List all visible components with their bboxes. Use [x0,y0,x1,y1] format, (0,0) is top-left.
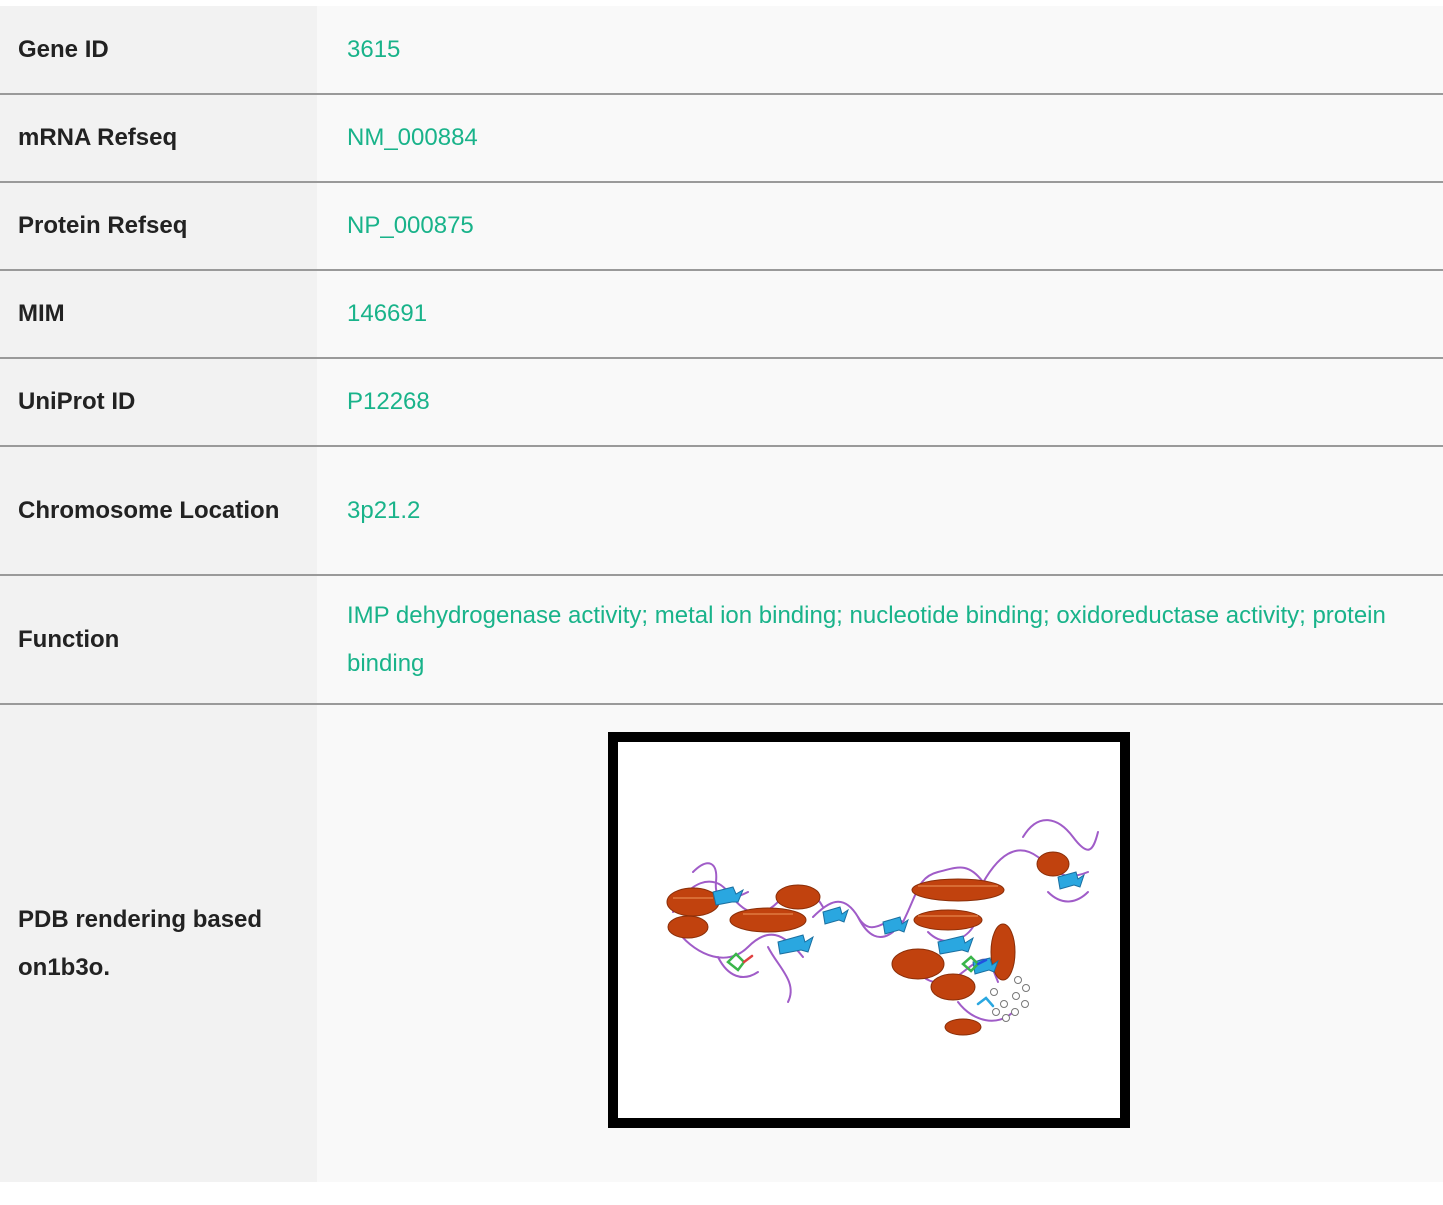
row-protein-refseq: Protein Refseq NP_000875 [0,182,1443,270]
gene-id-link[interactable]: 3615 [347,36,400,63]
gene-id-label: Gene ID [0,6,317,94]
function-link[interactable]: IMP dehydrogenase activity; metal ion bi… [347,602,1386,677]
protein-structure-illustration [666,819,1099,1036]
mim-link[interactable]: 146691 [347,300,427,327]
row-chromosome-location: Chromosome Location 3p21.2 [0,446,1443,575]
row-function: Function IMP dehydrogenase activity; met… [0,575,1443,704]
mrna-refseq-label: mRNA Refseq [0,94,317,182]
gene-info-table: Gene ID 3615 mRNA Refseq NM_000884 Prote… [0,6,1443,1182]
uniprot-id-label: UniProt ID [0,358,317,446]
chromosome-location-label: Chromosome Location [0,446,317,575]
mim-label: MIM [0,270,317,358]
mrna-refseq-link[interactable]: NM_000884 [347,124,478,151]
row-uniprot-id: UniProt ID P12268 [0,358,1443,446]
protein-refseq-link[interactable]: NP_000875 [347,212,474,239]
protein-refseq-label: Protein Refseq [0,182,317,270]
row-mim: MIM 146691 [0,270,1443,358]
pdb-structure-image[interactable] [608,732,1130,1128]
function-label: Function [0,575,317,704]
row-pdb-rendering: PDB rendering based on1b3o. [0,704,1443,1182]
chromosome-location-link[interactable]: 3p21.2 [347,497,420,524]
pdb-rendering-label: PDB rendering based on1b3o. [0,704,317,1182]
row-gene-id: Gene ID 3615 [0,6,1443,94]
row-mrna-refseq: mRNA Refseq NM_000884 [0,94,1443,182]
uniprot-id-link[interactable]: P12268 [347,388,430,415]
